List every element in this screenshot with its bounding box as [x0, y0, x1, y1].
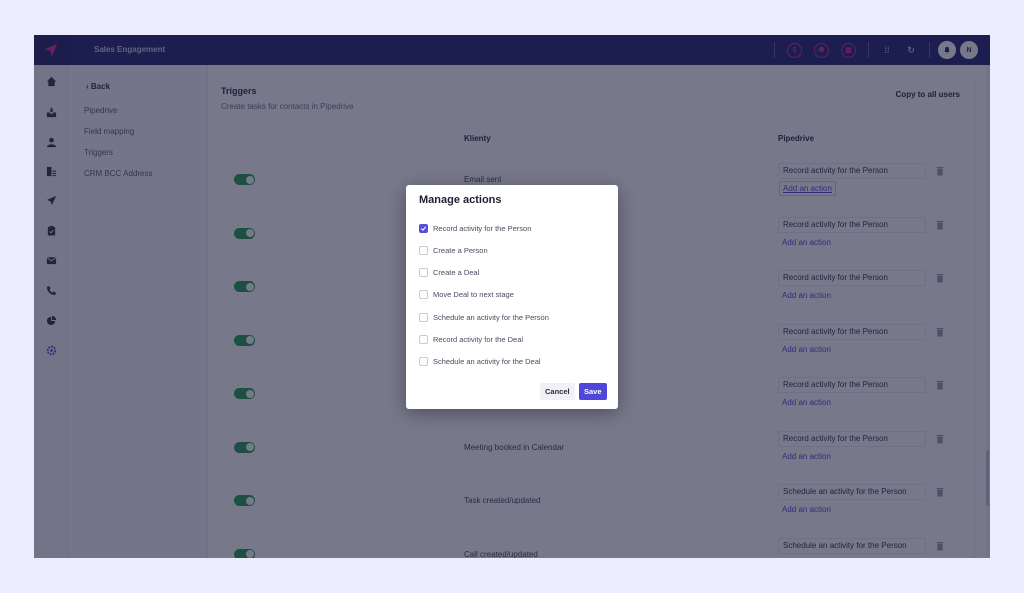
action-option[interactable]: Record activity for the Deal [419, 334, 523, 346]
action-option[interactable]: Create a Deal [419, 267, 479, 279]
option-label: Record activity for the Deal [433, 335, 524, 344]
option-label: Schedule an activity for the Person [433, 312, 549, 322]
action-option[interactable]: Create a Person [419, 244, 488, 256]
option-label: Schedule an activity for the Deal [433, 357, 541, 367]
checkbox[interactable] [419, 268, 428, 278]
save-button[interactable]: Save [579, 383, 607, 400]
checkbox[interactable] [419, 290, 428, 300]
action-option[interactable]: Record activity for the Person [419, 222, 531, 234]
manage-actions-dialog: Manage actions Record activity for the P… [406, 185, 618, 409]
dialog-title: Manage actions [419, 194, 502, 206]
action-option[interactable]: Schedule an activity for the Person [419, 311, 549, 323]
check-icon [420, 226, 427, 231]
checkbox[interactable] [419, 357, 428, 367]
option-label: Record activity for the Person [433, 223, 532, 233]
option-label: Create a Person [433, 245, 488, 255]
action-option[interactable]: Schedule an activity for the Deal [419, 356, 541, 368]
checkbox[interactable] [419, 245, 428, 255]
app-window: Sales Engagement $ ⚉ ▦ ⁞⁞ ↻ N [34, 35, 990, 558]
action-option[interactable]: Move Deal to next stage [419, 289, 514, 301]
checkbox[interactable] [419, 335, 428, 344]
option-label: Create a Deal [433, 268, 480, 278]
option-label: Move Deal to next stage [433, 290, 514, 300]
cancel-button[interactable]: Cancel [540, 383, 575, 400]
checkbox[interactable] [419, 312, 428, 322]
checkbox[interactable] [419, 223, 428, 233]
